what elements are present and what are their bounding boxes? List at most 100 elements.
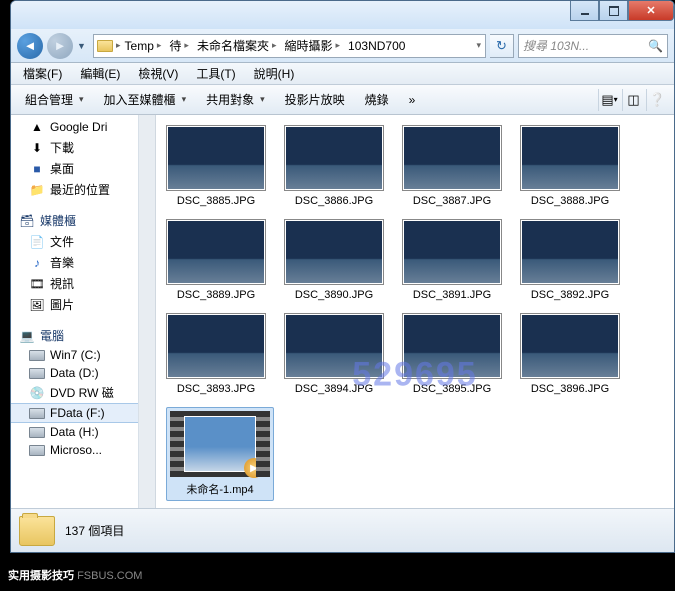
include-library-button[interactable]: 加入至媒體櫃 (96, 88, 195, 111)
drive-icon (29, 368, 45, 379)
breadcrumb-seg[interactable]: Temp▸ (121, 39, 166, 53)
window-buttons (570, 1, 674, 21)
sidebar-item-drive-h[interactable]: Data (H:) (11, 423, 138, 441)
file-thumb[interactable]: DSC_3895.JPG (402, 313, 502, 395)
titlebar (11, 1, 674, 29)
file-thumb[interactable]: DSC_3888.JPG (520, 125, 620, 207)
menu-file[interactable]: 檔案(F) (15, 63, 70, 84)
image-preview (402, 313, 502, 379)
close-button[interactable] (628, 1, 674, 21)
menu-edit[interactable]: 編輯(E) (72, 63, 128, 84)
sidebar-item-recent[interactable]: 📁最近的位置 (11, 179, 138, 200)
file-thumb[interactable]: DSC_3892.JPG (520, 219, 620, 301)
play-icon: ▶ (244, 458, 264, 478)
sidebar-item-music[interactable]: ♪音樂 (11, 252, 138, 273)
file-list[interactable]: 529695 DSC_3885.JPGDSC_3886.JPGDSC_3887.… (156, 115, 674, 508)
breadcrumb-seg[interactable]: 103ND700 (344, 39, 409, 53)
sidebar-scrollbar[interactable] (139, 115, 156, 508)
sidebar-item-video[interactable]: 🎞視訊 (11, 273, 138, 294)
image-preview (284, 219, 384, 285)
back-button[interactable]: ◄ (17, 33, 43, 59)
folder-icon (19, 516, 55, 546)
image-preview (520, 219, 620, 285)
file-name: DSC_3885.JPG (166, 195, 266, 207)
menubar: 檔案(F) 編輯(E) 檢視(V) 工具(T) 說明(H) (11, 63, 674, 85)
video-icon: 🎞 (29, 276, 45, 292)
image-preview (166, 313, 266, 379)
body-area: ▲Google Dri ⬇下載 ■桌面 📁最近的位置 🗃媒體櫃 📄文件 ♪音樂 … (11, 115, 674, 508)
file-thumb[interactable]: DSC_3885.JPG (166, 125, 266, 207)
sidebar-item-desktop[interactable]: ■桌面 (11, 158, 138, 179)
share-button[interactable]: 共用對象 (198, 88, 273, 111)
history-dropdown[interactable]: ▼ (77, 41, 89, 51)
image-preview (284, 313, 384, 379)
file-name: DSC_3896.JPG (520, 383, 620, 395)
file-name: DSC_3893.JPG (166, 383, 266, 395)
sidebar-item-pictures[interactable]: 🖼圖片 (11, 294, 138, 315)
file-thumb[interactable]: DSC_3887.JPG (402, 125, 502, 207)
file-thumb[interactable]: DSC_3890.JPG (284, 219, 384, 301)
address-bar[interactable]: ▸ Temp▸ 待▸ 未命名檔案夾▸ 縮時攝影▸ 103ND700 ▾ (93, 34, 486, 58)
sidebar-item-gdrive[interactable]: ▲Google Dri (11, 117, 138, 137)
file-name: DSC_3889.JPG (166, 289, 266, 301)
breadcrumb-seg[interactable]: 縮時攝影▸ (281, 37, 345, 54)
breadcrumb-seg[interactable]: 待▸ (165, 37, 193, 54)
more-button[interactable]: » (401, 90, 424, 110)
breadcrumb-dropdown[interactable]: ▾ (472, 40, 485, 51)
menu-help[interactable]: 說明(H) (246, 63, 303, 84)
drive-icon (29, 350, 45, 361)
thumbnail-grid: DSC_3885.JPG DSC_3886.JPG DSC_3887.JPG DSC_… (166, 125, 670, 501)
slideshow-button[interactable]: 投影片放映 (277, 88, 353, 111)
recent-icon: 📁 (29, 182, 45, 198)
file-thumb[interactable]: DSC_3889.JPG (166, 219, 266, 301)
sidebar-computer-header[interactable]: 💻電腦 (11, 325, 138, 346)
menu-view[interactable]: 檢視(V) (130, 63, 186, 84)
search-input[interactable]: 搜尋 103N... 🔍 (518, 34, 668, 58)
file-name: DSC_3894.JPG (284, 383, 384, 395)
file-thumb[interactable]: DSC_3893.JPG (166, 313, 266, 395)
view-mode-button[interactable]: ▤▾ (598, 89, 620, 111)
file-thumb[interactable]: DSC_3894.JPG (284, 313, 384, 395)
file-thumb[interactable]: DSC_3896.JPG (520, 313, 620, 395)
organize-button[interactable]: 組合管理 (17, 88, 92, 111)
sidebar-libraries-header[interactable]: 🗃媒體櫃 (11, 210, 138, 231)
image-preview (402, 219, 502, 285)
image-preview (520, 313, 620, 379)
sidebar-item-drive-ms[interactable]: Microso... (11, 441, 138, 459)
burn-button[interactable]: 燒錄 (357, 88, 397, 111)
file-name: DSC_3887.JPG (402, 195, 502, 207)
sidebar-item-dvd[interactable]: 💿DVD RW 磁 (11, 382, 138, 403)
refresh-button[interactable]: ↻ (490, 34, 514, 58)
file-name: DSC_3892.JPG (520, 289, 620, 301)
preview-pane-button[interactable]: ◫ (622, 89, 644, 111)
image-preview (166, 219, 266, 285)
file-thumb[interactable]: DSC_3886.JPG (284, 125, 384, 207)
computer-icon: 💻 (19, 328, 35, 344)
file-name: DSC_3890.JPG (284, 289, 384, 301)
file-thumb-video[interactable]: ▶ 未命名-1.mp4 (166, 407, 274, 501)
sidebar-item-documents[interactable]: 📄文件 (11, 231, 138, 252)
dvd-icon: 💿 (29, 385, 45, 401)
sidebar-item-drive-c[interactable]: Win7 (C:) (11, 346, 138, 364)
image-preview (166, 125, 266, 191)
file-name: 未命名-1.mp4 (170, 481, 270, 497)
forward-button[interactable]: ► (47, 33, 73, 59)
minimize-button[interactable] (570, 1, 599, 21)
search-icon: 🔍 (648, 39, 663, 53)
status-bar: 137 個項目 (11, 508, 674, 552)
sidebar-item-downloads[interactable]: ⬇下載 (11, 137, 138, 158)
file-thumb[interactable]: DSC_3891.JPG (402, 219, 502, 301)
file-name: DSC_3891.JPG (402, 289, 502, 301)
sidebar-item-drive-d[interactable]: Data (D:) (11, 364, 138, 382)
maximize-button[interactable] (599, 1, 628, 21)
menu-tools[interactable]: 工具(T) (188, 63, 243, 84)
item-count-label: 137 個項目 (65, 522, 124, 539)
gdrive-icon: ▲ (29, 119, 45, 135)
desktop-icon: ■ (29, 161, 45, 177)
help-button[interactable]: ❔ (646, 89, 668, 111)
breadcrumb-seg[interactable]: 未命名檔案夾▸ (193, 37, 281, 54)
search-placeholder: 搜尋 103N... (523, 37, 589, 54)
drive-icon (29, 427, 45, 438)
image-preview (520, 125, 620, 191)
sidebar-item-drive-f[interactable]: FData (F:) (11, 403, 138, 423)
